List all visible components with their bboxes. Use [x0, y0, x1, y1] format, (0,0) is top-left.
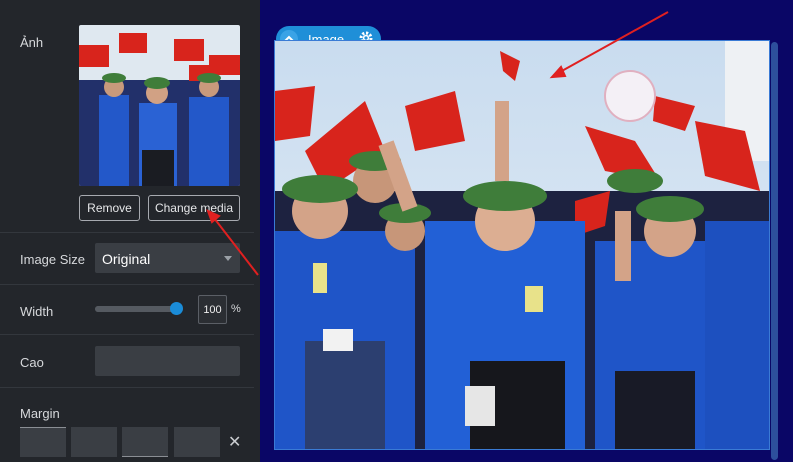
- cao-label: Cao: [20, 355, 44, 370]
- divider: [0, 334, 254, 335]
- width-unit: %: [231, 303, 241, 315]
- cao-input[interactable]: [95, 346, 240, 376]
- divider: [0, 387, 254, 388]
- divider: [0, 232, 254, 233]
- thumbnail-photo: [79, 25, 240, 186]
- canvas-scrollbar[interactable]: [771, 42, 778, 460]
- margin-label: Margin: [20, 406, 60, 421]
- image-element[interactable]: [274, 40, 770, 450]
- crowd-photo: [275, 41, 769, 449]
- remove-button[interactable]: Remove: [79, 195, 140, 221]
- margin-left-input[interactable]: [174, 427, 220, 457]
- slider-fill: [95, 306, 177, 312]
- width-label: Width: [20, 304, 54, 319]
- slider-handle[interactable]: [170, 302, 183, 315]
- image-thumbnail[interactable]: [79, 25, 240, 186]
- image-size-label: Image Size: [20, 252, 86, 267]
- change-media-button[interactable]: Change media: [148, 195, 240, 221]
- chevron-down-icon: [224, 256, 232, 261]
- margin-top-input[interactable]: [20, 427, 66, 457]
- width-input[interactable]: 100: [198, 295, 227, 324]
- image-label: Ảnh: [20, 35, 44, 50]
- width-slider[interactable]: [95, 302, 183, 315]
- divider: [0, 284, 254, 285]
- settings-panel: Ảnh Remove Change media Image Size Origi…: [0, 0, 260, 462]
- margin-bottom-input[interactable]: [122, 427, 168, 457]
- image-size-select[interactable]: Original: [95, 243, 240, 273]
- image-size-value: Original: [102, 251, 151, 267]
- clear-margin-icon[interactable]: ✕: [228, 432, 241, 452]
- margin-right-input[interactable]: [71, 427, 117, 457]
